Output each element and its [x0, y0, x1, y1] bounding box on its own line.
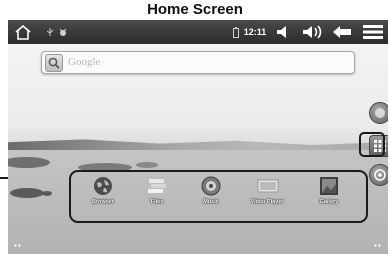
usb-icon — [45, 20, 55, 44]
debug-icon — [58, 20, 68, 44]
dock-item-music[interactable]: Music — [189, 176, 233, 205]
files-icon — [147, 176, 167, 196]
menu-icon[interactable] — [362, 20, 384, 44]
device-screen: 12:11 Google Browser Files Music Video P… — [8, 20, 388, 254]
globe-icon — [93, 176, 113, 196]
page-indicator-left[interactable]: ▪▪ — [14, 241, 22, 250]
search-input[interactable]: Google — [68, 56, 100, 68]
video-player-icon — [257, 176, 279, 196]
dock-label: Gallery — [319, 199, 339, 205]
volume-down-icon[interactable] — [273, 20, 295, 44]
gallery-icon — [319, 176, 339, 196]
widget-icon[interactable] — [369, 102, 388, 124]
dock-label: Music — [203, 199, 219, 205]
settings-icon[interactable] — [369, 164, 388, 186]
dock-item-video-player[interactable]: Video Player — [245, 176, 289, 205]
dock-item-gallery[interactable]: Gallery — [307, 176, 351, 205]
dock-label: Video Player — [250, 199, 284, 205]
status-bar: 12:11 — [8, 20, 388, 44]
wallpaper-rock — [10, 188, 44, 198]
page-indicator-right[interactable]: ▪▪ — [374, 241, 382, 250]
home-icon[interactable] — [12, 20, 34, 44]
dock-label: Browser — [91, 199, 114, 205]
battery-icon — [232, 20, 240, 44]
search-icon[interactable] — [45, 54, 63, 72]
apps-callout-frame — [359, 132, 385, 157]
music-icon — [201, 176, 221, 196]
dock-item-browser[interactable]: Browser — [81, 176, 125, 205]
wallpaper-rock — [136, 162, 158, 168]
dock-item-files[interactable]: Files — [135, 176, 179, 205]
back-icon[interactable] — [330, 20, 354, 44]
volume-up-icon[interactable] — [301, 20, 325, 44]
search-bar[interactable]: Google — [41, 51, 355, 74]
app-dock: Browser Files Music Video Player Gallery — [69, 170, 368, 223]
clock: 12:11 — [243, 27, 267, 37]
page-title: Home Screen — [147, 1, 243, 18]
dock-label: Files — [150, 199, 164, 205]
wallpaper-rock — [42, 191, 52, 196]
